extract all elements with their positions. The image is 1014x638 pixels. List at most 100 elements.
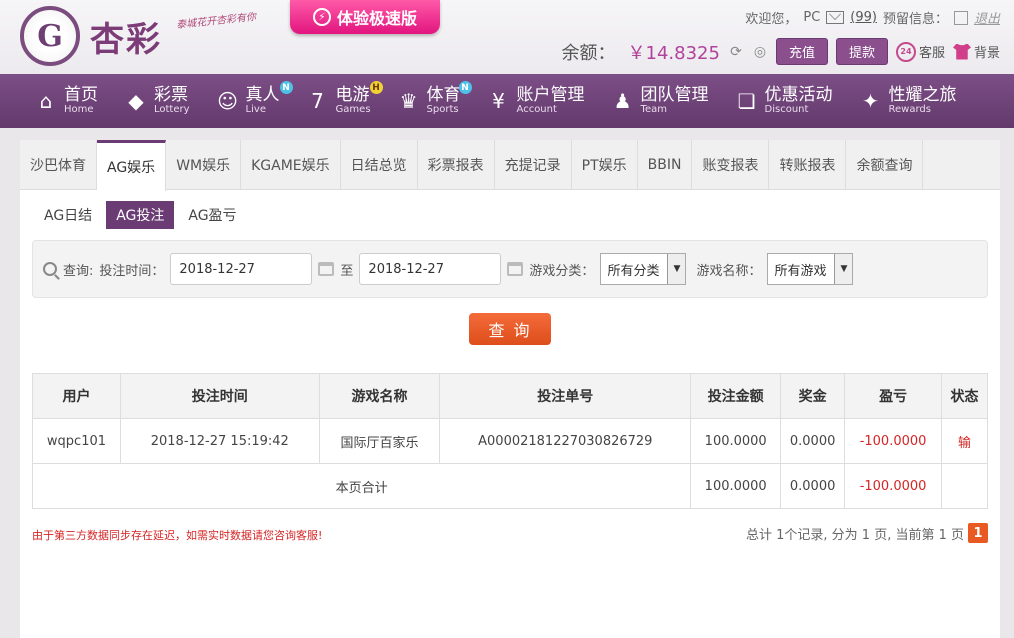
nav-home[interactable]: ⌂ 首页 Home (34, 74, 98, 128)
refresh-icon[interactable]: ⟳ (728, 44, 744, 60)
tab-account-change-report[interactable]: 账变报表 (692, 140, 770, 190)
tab-ag-entertainment[interactable]: AG娱乐 (97, 140, 167, 191)
username: PC (803, 10, 821, 25)
nav-discount[interactable]: ❏ 优惠活动 Discount (735, 74, 833, 128)
logout-link[interactable]: 退出 (974, 8, 1000, 27)
cell-user: wqpc101 (32, 418, 121, 464)
query-button[interactable]: 查 询 (469, 313, 551, 345)
to-label: 至 (340, 263, 354, 279)
nav-team[interactable]: ♟ 团队管理 Team (611, 74, 709, 128)
tab-balance-query[interactable]: 余额查询 (846, 140, 924, 190)
speed-icon: ⚡ (312, 8, 331, 26)
balance-label: 余额： (561, 42, 616, 64)
game-category-select[interactable]: 所有分类 ▼ (600, 253, 687, 285)
cell-order-no: A00002181227030826729 (439, 418, 692, 464)
speed-version-button[interactable]: ⚡ 体验极速版 (290, 0, 440, 34)
page-number-button[interactable]: 1 (968, 523, 988, 543)
col-header-status: 状态 (941, 373, 988, 419)
nav-sublabel: Live (245, 103, 266, 115)
subtab-ag-daily[interactable]: AG日结 (34, 201, 102, 229)
tab-bbin[interactable]: BBIN (638, 140, 693, 190)
nav-account[interactable]: ¥ 账户管理 Account (487, 74, 585, 128)
logo-emblem: G (20, 6, 80, 66)
nav-sublabel: Home (64, 103, 94, 115)
sub-tabs: AG日结 AG投注 AG盈亏 (34, 201, 247, 229)
nav-rewards[interactable]: ✦ 性耀之旅 Rewards (859, 74, 956, 128)
tab-daily-overview[interactable]: 日结总览 (341, 140, 418, 190)
rewards-icon: ✦ (862, 89, 879, 113)
nav-games[interactable]: 7 电游 Games H (306, 74, 383, 128)
logo-slogan: 泰城花开杏彩有你 (175, 11, 257, 32)
mail-icon[interactable] (826, 11, 845, 24)
header: G 杏彩 泰城花开杏彩有你 ⚡ 体验极速版 欢迎您， PC (99) 预留信息：… (0, 0, 1014, 74)
report-panel: 沙巴体育 AG娱乐 WM娱乐 KGAME娱乐 日结总览 彩票报表 充提记录 PT… (20, 140, 1000, 638)
customer-service-link[interactable]: 24 客服 (895, 41, 945, 62)
withdraw-button[interactable]: 提款 (835, 38, 888, 65)
lottery-icon: ◆ (128, 89, 144, 113)
background-link[interactable]: 背景 (952, 42, 1000, 61)
edit-icon[interactable] (953, 10, 968, 25)
date-from-input[interactable] (170, 253, 313, 285)
tab-transfer-report[interactable]: 转账报表 (769, 140, 847, 190)
welcome-text: 欢迎您， (745, 12, 798, 27)
date-to-input[interactable] (359, 253, 502, 285)
tab-pt-entertainment[interactable]: PT娱乐 (572, 140, 638, 190)
live-icon: ☺ (217, 89, 238, 113)
cell-game-name: 国际厅百家乐 (318, 418, 441, 464)
customer-service-label: 客服 (918, 46, 945, 61)
chevron-down-icon: ▼ (667, 254, 686, 284)
hot-badge: H (369, 81, 383, 94)
games-icon: 7 (311, 89, 324, 113)
tab-lottery-report[interactable]: 彩票报表 (418, 140, 495, 190)
game-name-label: 游戏名称： (696, 263, 762, 279)
user-bar: 欢迎您， PC (99) 预留信息： 退出 (745, 8, 1000, 27)
calendar-icon[interactable] (318, 262, 335, 276)
cell-status: 输 (941, 418, 988, 464)
tab-deposit-withdraw-records[interactable]: 充提记录 (495, 140, 572, 190)
col-header-bet-amount: 投注金额 (690, 373, 782, 419)
customer-service-icon: 24 (895, 41, 916, 62)
nav-sublabel: Sports (426, 103, 459, 115)
table-header-row: 用户 投注时间 游戏名称 投注单号 投注金额 奖金 盈亏 状态 (32, 373, 988, 419)
bet-table: 用户 投注时间 游戏名称 投注单号 投注金额 奖金 盈亏 状态 wqpc101 … (31, 373, 988, 509)
query-label: 查询: (63, 263, 94, 279)
logo[interactable]: G 杏彩 (20, 4, 162, 68)
nav-label: 账户管理 (516, 84, 585, 105)
summary-label: 本页合计 (31, 463, 692, 509)
pagination: 总计 1个记录, 分为 1 页, 当前第 1 页 1 (746, 523, 988, 543)
balance-bar: 余额： ￥14.8325 ⟳ ◎ 充值 提款 24 客服 背景 (561, 38, 1000, 65)
col-header-bonus: 奖金 (780, 373, 846, 419)
gift-icon: ❏ (737, 89, 756, 113)
report-tabs: 沙巴体育 AG娱乐 WM娱乐 KGAME娱乐 日结总览 彩票报表 充提记录 PT… (20, 140, 1000, 191)
pagination-summary: 总计 1个记录, 分为 1 页, 当前第 1 页 (745, 527, 964, 543)
sync-delay-notice: 由于第三方数据同步存在延迟，如需实时数据请您咨询客服! (32, 529, 323, 542)
hide-balance-icon[interactable]: ◎ (752, 44, 768, 60)
nav-sublabel: Team (640, 103, 667, 115)
shirt-icon (952, 43, 971, 60)
col-header-user: 用户 (32, 373, 121, 419)
col-header-game-name: 游戏名称 (318, 373, 441, 419)
team-icon: ♟ (613, 89, 632, 113)
subtab-ag-bets[interactable]: AG投注 (106, 201, 175, 229)
nav-live[interactable]: ☺ 真人 Live N (216, 74, 293, 128)
nav-sublabel: Rewards (888, 103, 931, 115)
deposit-button[interactable]: 充值 (775, 38, 828, 65)
nav-label: 首页 (64, 84, 98, 105)
tab-kgame-entertainment[interactable]: KGAME娱乐 (241, 140, 341, 190)
calendar-icon[interactable] (507, 262, 524, 276)
subtab-ag-profit[interactable]: AG盈亏 (178, 201, 246, 229)
nav-lottery[interactable]: ◆ 彩票 Lottery (124, 74, 189, 128)
nav-sublabel: Discount (764, 103, 809, 115)
nav-sublabel: Games (335, 103, 371, 115)
tab-wm-entertainment[interactable]: WM娱乐 (166, 140, 242, 190)
message-count-link[interactable]: (99) (850, 10, 877, 25)
tab-saba-sports[interactable]: 沙巴体育 (20, 140, 97, 190)
nav-label: 彩票 (154, 84, 188, 105)
nav-sports[interactable]: ♛ 体育 Sports N (397, 74, 472, 128)
game-name-select[interactable]: 所有游戏 ▼ (767, 253, 854, 285)
nav-label: 优惠活动 (764, 84, 833, 105)
cell-bet-amount: 100.0000 (690, 418, 782, 464)
account-icon: ¥ (492, 89, 505, 113)
summary-row: 本页合计 100.0000 0.0000 -100.0000 (31, 463, 988, 509)
nav-label: 电游 (335, 84, 370, 105)
